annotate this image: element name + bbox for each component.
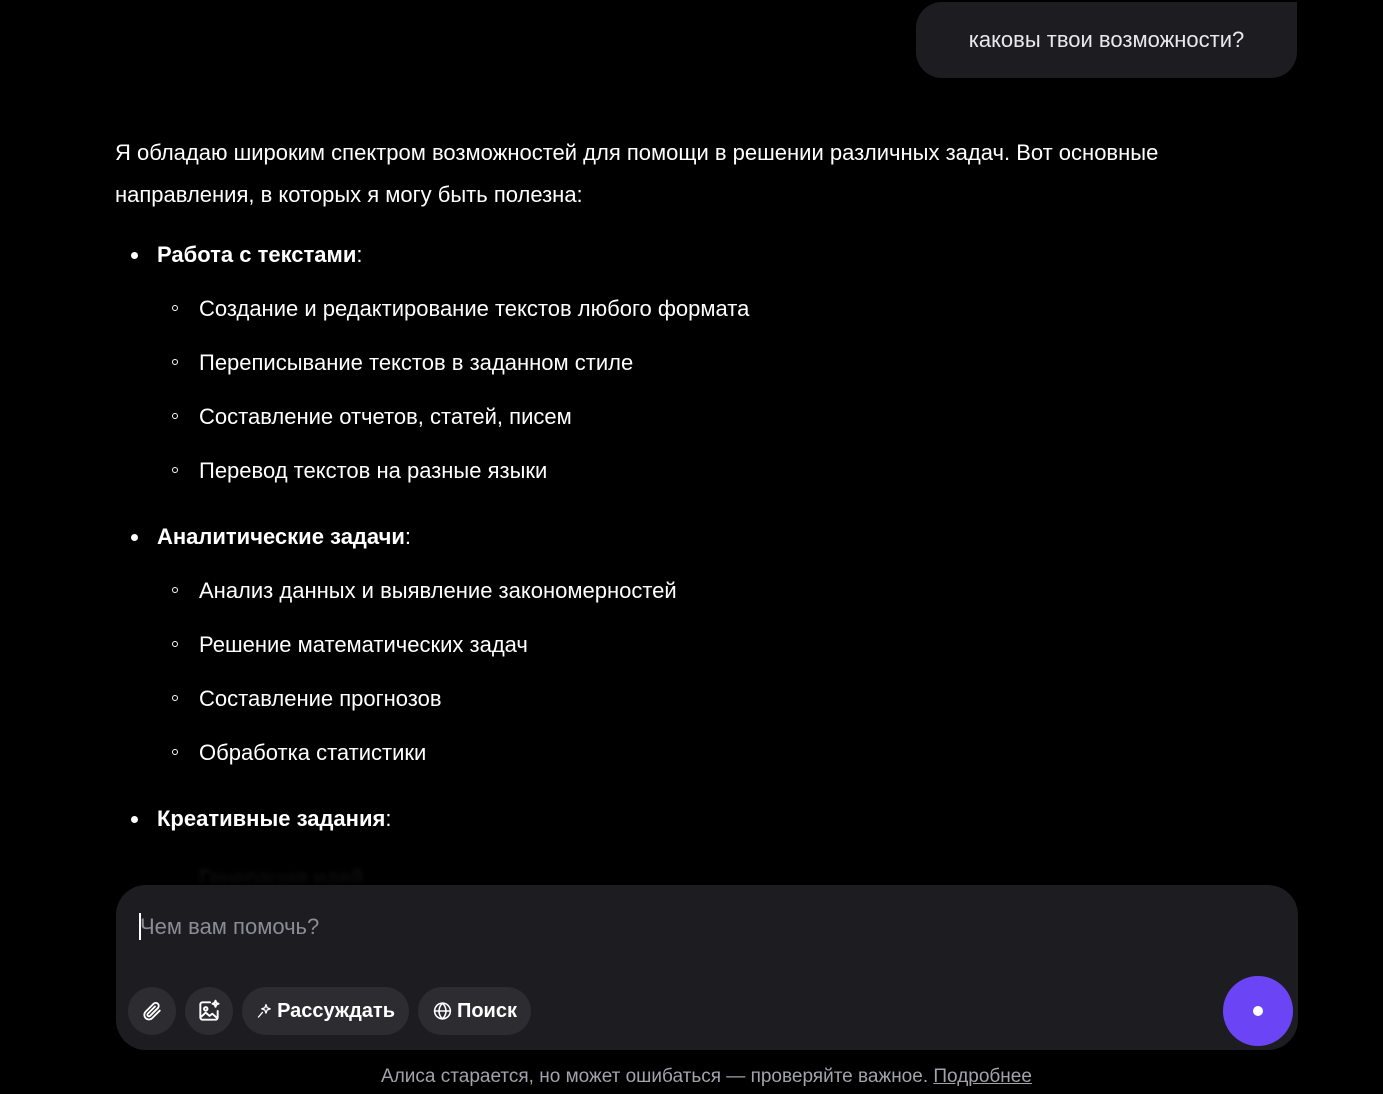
attach-button[interactable] (128, 987, 176, 1035)
search-label: Поиск (456, 999, 517, 1022)
assistant-answer: Я обладаю широким спектром возможностей … (115, 132, 1205, 846)
list-item: Переписывание текстов в заданном стиле (115, 336, 1205, 390)
paperclip-icon (143, 1001, 161, 1021)
list-item: Составление прогнозов (115, 672, 1205, 726)
bullet-dot (131, 816, 138, 823)
section-heading: Креативные задания: (115, 792, 1205, 846)
reason-button[interactable]: Рассуждать (242, 987, 409, 1035)
image-sparkle-icon (199, 999, 220, 1021)
send-button[interactable] (1223, 976, 1293, 1046)
section-title: Креативные задания (157, 806, 386, 831)
list-item: Решение математических задач (115, 618, 1205, 672)
bullet-ring (172, 305, 178, 311)
list-item: Перевод текстов на разные языки (115, 444, 1205, 498)
globe-icon (433, 1002, 452, 1020)
search-button[interactable]: Поиск (418, 987, 531, 1035)
disclaimer: Алиса старается, но может ошибаться — пр… (0, 1066, 1383, 1088)
section-heading: Аналитические задачи: (115, 510, 1205, 564)
list-item: Составление отчетов, статей, писем (115, 390, 1205, 444)
send-dot-icon (1253, 1006, 1263, 1016)
more-link[interactable]: Подробнее (933, 1066, 1032, 1087)
bullet-ring (172, 467, 178, 473)
list-item: Анализ данных и выявление закономерносте… (115, 564, 1205, 618)
list-item: Создание и редактирование текстов любого… (115, 282, 1205, 336)
answer-intro: Я обладаю широким спектром возможностей … (115, 140, 1159, 207)
bullet-ring (172, 641, 178, 647)
bullet-ring (172, 413, 178, 419)
section-title: Работа с текстами (157, 242, 357, 267)
message-composer: Рассуждать Поиск (116, 885, 1298, 1050)
bullet-dot (131, 534, 138, 541)
bullet-ring (172, 359, 178, 365)
section-title: Аналитические задачи (157, 524, 405, 549)
bullet-ring (172, 695, 178, 701)
section-heading: Работа с текстами: (115, 228, 1205, 282)
bullet-ring (172, 749, 178, 755)
section-creative: Креативные задания: (115, 792, 1205, 846)
user-message-bubble: каковы твои возможности? (916, 2, 1297, 78)
list-item: Обработка статистики (115, 726, 1205, 780)
section-analytics: Аналитические задачи: Анализ данных и вы… (115, 510, 1205, 780)
disclaimer-text: Алиса старается, но может ошибаться — пр… (381, 1066, 929, 1087)
reason-label: Рассуждать (277, 999, 395, 1022)
image-generate-button[interactable] (185, 987, 233, 1035)
section-texts: Работа с текстами: Создание и редактиров… (115, 228, 1205, 498)
sparkle-icon (257, 1003, 271, 1018)
bullet-dot (131, 252, 138, 259)
text-caret (139, 913, 141, 940)
bullet-ring (172, 587, 178, 593)
chat-page: каковы твои возможности? Я обладаю широк… (0, 0, 1383, 1094)
user-message-text: каковы твои возможности? (968, 27, 1245, 52)
message-input[interactable] (138, 907, 1192, 947)
